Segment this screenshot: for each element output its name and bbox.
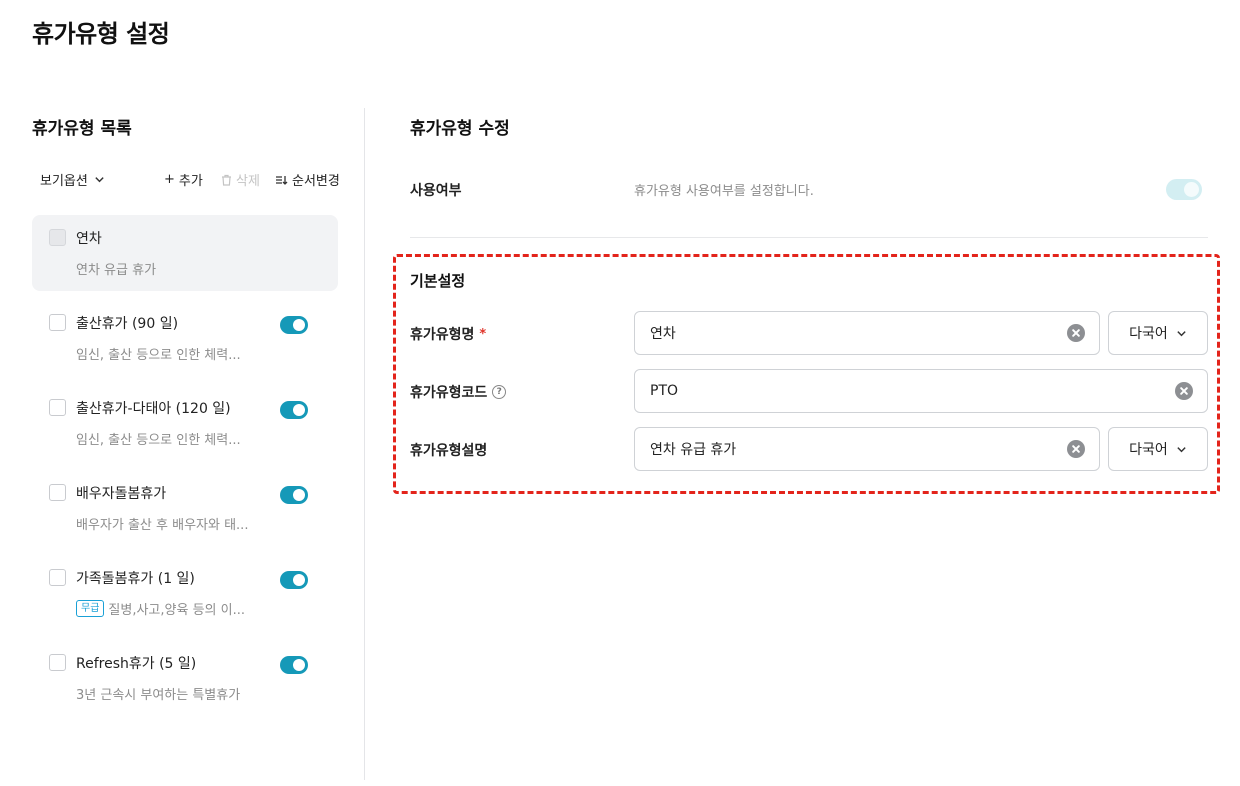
section-divider (410, 237, 1208, 238)
list-item-checkbox[interactable] (49, 654, 66, 671)
usage-label: 사용여부 (410, 183, 462, 199)
chevron-down-icon (1177, 330, 1186, 336)
list-panel-title: 휴가유형 목록 (32, 119, 132, 139)
basic-settings-title: 기본설정 (410, 272, 466, 290)
list-item[interactable]: 연차 연차 유급 휴가 (32, 215, 338, 291)
list-item-description: 임신, 출산 등으로 인한 체력... (76, 429, 241, 448)
code-label-text: 휴가유형코드 (410, 385, 488, 401)
name-field-label: 휴가유형명 * (410, 324, 486, 344)
help-icon[interactable]: ? (492, 385, 507, 399)
list-item-description: 3년 근속시 부여하는 특별휴가 (76, 684, 240, 703)
name-multilang-button[interactable]: 다국어 (1108, 311, 1208, 355)
list-item-toggle[interactable] (280, 401, 308, 419)
list-item-toggle[interactable] (280, 656, 308, 674)
plus-icon: + (164, 172, 175, 187)
list-toolbar: 보기옵션 + 추가 삭제 순서변경 (40, 170, 342, 190)
code-field-label: 휴가유형코드 ? (410, 382, 507, 402)
list-item-name: 가족돌봄휴가 (1 일) (76, 571, 195, 587)
list-item-checkbox[interactable] (49, 314, 66, 331)
list-item-name: Refresh휴가 (5 일) (76, 656, 197, 672)
list-item-toggle[interactable] (280, 316, 308, 334)
list-item-toggle[interactable] (280, 571, 308, 589)
list-item-name: 연차 (76, 231, 102, 247)
list-item[interactable]: 출산휴가 (90 일) 임신, 출산 등으로 인한 체력... (32, 300, 338, 376)
reorder-button-label: 순서변경 (292, 174, 340, 189)
code-input-value: PTO (650, 383, 679, 399)
delete-button-label: 삭제 (236, 174, 260, 189)
add-button-label: 추가 (178, 174, 203, 189)
list-item[interactable]: 배우자돌봄휴가 배우자가 출산 후 배우자와 태... (32, 470, 338, 546)
list-item-checkbox[interactable] (49, 229, 66, 246)
reorder-button[interactable]: 순서변경 (275, 170, 340, 189)
description-input-value: 연차 유급 휴가 (650, 442, 737, 458)
list-item-name: 출산휴가-다태아 (120 일) (76, 401, 231, 417)
list-item-name: 출산휴가 (90 일) (76, 316, 179, 332)
list-item-name: 배우자돌봄휴가 (76, 486, 167, 502)
list-item-description-text: 3년 근속시 부여하는 특별휴가 (76, 688, 241, 703)
list-item-description: 배우자가 출산 후 배우자와 태... (76, 514, 248, 533)
name-input[interactable]: 연차 (634, 311, 1100, 355)
delete-button[interactable]: 삭제 (221, 170, 260, 189)
chevron-down-icon (95, 177, 104, 183)
list-item[interactable]: 가족돌봄휴가 (1 일) 무급 질병,사고,양육 등의 이... (32, 555, 338, 631)
description-input[interactable]: 연차 유급 휴가 (634, 427, 1100, 471)
clear-icon[interactable] (1175, 382, 1193, 400)
usage-description: 휴가유형 사용여부를 설정합니다. (634, 184, 814, 199)
name-label-text: 휴가유형명 (410, 327, 475, 343)
multilang-label: 다국어 (1129, 442, 1168, 458)
name-input-value: 연차 (650, 326, 676, 342)
clear-icon[interactable] (1067, 440, 1085, 458)
list-item-description-text: 질병,사고,양육 등의 이... (108, 603, 245, 618)
multilang-label: 다국어 (1129, 326, 1168, 342)
list-item-description-text: 배우자가 출산 후 배우자와 태... (76, 518, 249, 533)
list-item-toggle[interactable] (280, 486, 308, 504)
view-options-label: 보기옵션 (40, 174, 88, 189)
list-item-checkbox[interactable] (49, 399, 66, 416)
clear-icon[interactable] (1067, 324, 1085, 342)
page-title: 휴가유형 설정 (32, 20, 170, 48)
list-item[interactable]: 출산휴가-다태아 (120 일) 임신, 출산 등으로 인한 체력... (32, 385, 338, 461)
chevron-down-icon (1177, 446, 1186, 452)
sort-icon (276, 175, 288, 185)
list-item[interactable]: Refresh휴가 (5 일) 3년 근속시 부여하는 특별휴가 (32, 640, 338, 716)
view-options-dropdown[interactable]: 보기옵션 (40, 170, 105, 189)
edit-panel-title: 휴가유형 수정 (410, 119, 510, 139)
list-item-description: 무급 질병,사고,양육 등의 이... (76, 599, 245, 618)
list-item-description: 연차 유급 휴가 (76, 259, 156, 278)
add-button[interactable]: + 추가 (164, 170, 203, 189)
list-item-description: 임신, 출산 등으로 인한 체력... (76, 344, 241, 363)
usage-toggle[interactable] (1166, 179, 1202, 200)
trash-icon (222, 174, 231, 186)
unpaid-badge: 무급 (76, 600, 105, 617)
description-multilang-button[interactable]: 다국어 (1108, 427, 1208, 471)
code-input[interactable]: PTO (634, 369, 1208, 413)
description-field-label: 휴가유형설명 (410, 440, 487, 460)
list-item-description-text: 임신, 출산 등으로 인한 체력... (76, 348, 241, 363)
panel-divider (364, 108, 365, 780)
description-label-text: 휴가유형설명 (410, 443, 488, 459)
list-item-checkbox[interactable] (49, 569, 66, 586)
required-mark: * (479, 326, 487, 342)
list-item-description-text: 임신, 출산 등으로 인한 체력... (76, 433, 241, 448)
list-item-checkbox[interactable] (49, 484, 66, 501)
list-item-description-text: 연차 유급 휴가 (76, 263, 157, 278)
